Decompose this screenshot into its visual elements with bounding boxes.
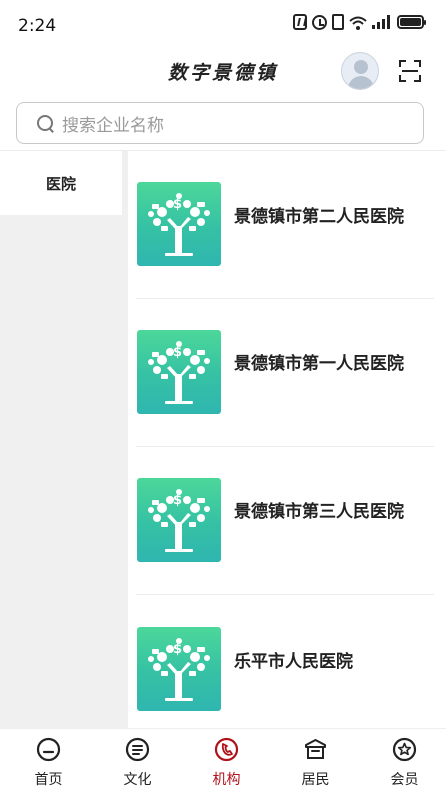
wifi-icon: [349, 15, 367, 30]
member-icon: [392, 737, 417, 762]
tab-label: 首页: [34, 772, 63, 788]
tab-institution[interactable]: 机构: [182, 729, 271, 794]
app-header: 数字景德镇: [0, 50, 446, 96]
search-icon: [37, 114, 54, 132]
svg-text:$: $: [173, 493, 182, 508]
institution-icon: [214, 737, 239, 762]
svg-text:$: $: [173, 642, 182, 657]
institution-name: 景德镇市第三人民医院: [234, 502, 404, 522]
status-icons: [293, 14, 426, 30]
money-tree-icon: $: [137, 330, 221, 414]
tab-member[interactable]: 会员: [360, 729, 446, 794]
institution-name: 景德镇市第二人民医院: [234, 207, 404, 227]
tab-label: 机构: [212, 772, 241, 788]
status-bar: 2:24: [0, 0, 446, 50]
tab-culture[interactable]: 文化: [93, 729, 182, 794]
resident-icon: [305, 739, 326, 759]
search-input[interactable]: 搜索企业名称: [16, 102, 424, 144]
tab-label: 文化: [123, 772, 152, 788]
alarm-icon: [312, 14, 327, 30]
tab-label: 居民: [301, 772, 330, 788]
tab-home[interactable]: 首页: [4, 729, 93, 794]
battery-icon: [397, 15, 426, 29]
page-title: 数字景德镇: [167, 62, 278, 84]
money-tree-icon: $: [137, 627, 221, 711]
list-item[interactable]: $ 景德镇市第一人民医院: [128, 299, 446, 447]
list-item[interactable]: $ 景德镇市第三人民医院: [128, 447, 446, 595]
user-avatar-icon[interactable]: [341, 52, 379, 90]
signal-icon: [372, 15, 390, 29]
money-tree-icon: $: [137, 478, 221, 562]
nfc-icon: [293, 14, 307, 30]
institution-name: 景德镇市第一人民医院: [234, 354, 404, 374]
tab-resident[interactable]: 居民: [271, 729, 360, 794]
bottom-tab-bar: 首页 文化 机构 居民 会员: [0, 728, 446, 794]
institution-list: $ 景德镇市第二人民医院 $ 景德镇市第一人民医院 $ 景德镇市第三人民医院 $…: [128, 151, 446, 728]
app-screen: 2:24 数字景德镇 搜索企业名称 医院 $ 景德镇市第二人民医院 $ 景德镇市…: [0, 0, 446, 794]
list-item[interactable]: $ 乐平市人民医院: [128, 595, 446, 728]
tab-label: 会员: [390, 772, 419, 788]
status-time: 2:24: [18, 16, 57, 36]
home-icon: [36, 737, 61, 762]
sidebar-item-hospital[interactable]: 医院: [0, 151, 122, 215]
institution-name: 乐平市人民医院: [234, 652, 353, 672]
money-tree-icon: $: [137, 182, 221, 266]
svg-text:$: $: [173, 345, 182, 360]
list-item[interactable]: $ 景德镇市第二人民医院: [128, 151, 446, 299]
culture-icon: [125, 737, 150, 762]
scan-icon[interactable]: [399, 60, 421, 82]
svg-text:$: $: [173, 197, 182, 212]
search-placeholder: 搜索企业名称: [62, 115, 164, 136]
category-sidebar: 医院: [0, 151, 128, 728]
vibrate-icon: [332, 14, 344, 30]
